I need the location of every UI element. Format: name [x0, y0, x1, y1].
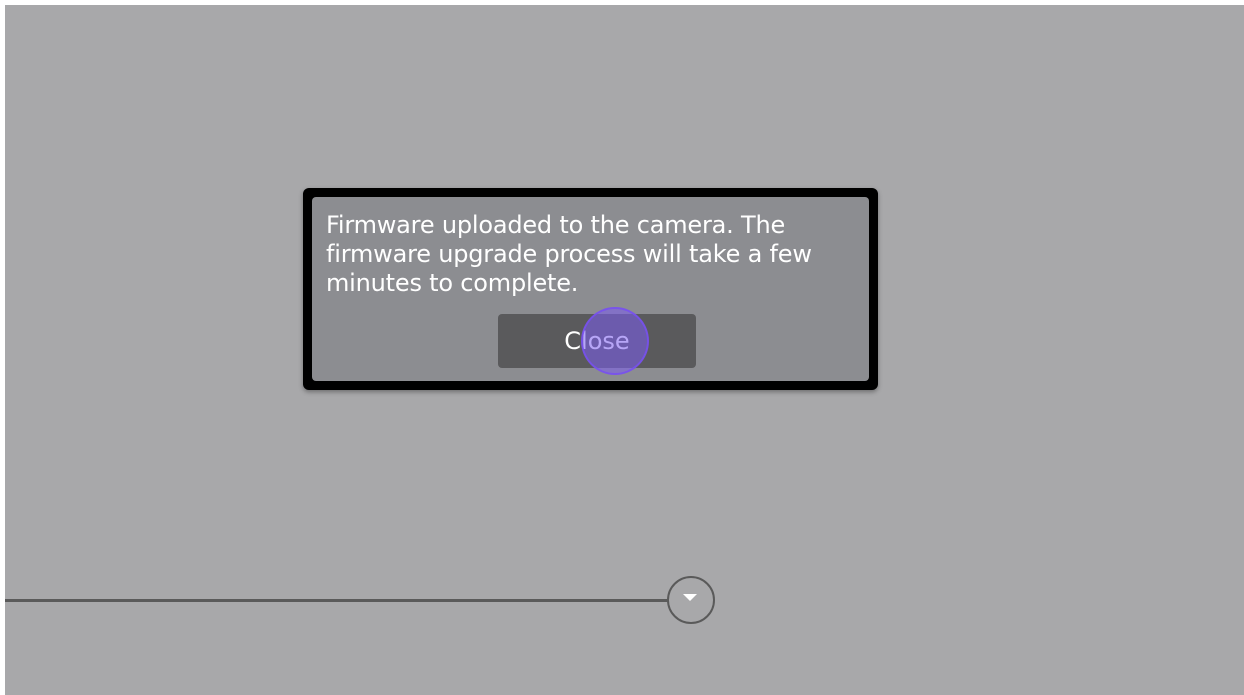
chevron-down-icon: [683, 594, 697, 601]
app-screen: Firmware uploaded to the camera. The fir…: [5, 5, 1244, 695]
firmware-upload-dialog: Firmware uploaded to the camera. The fir…: [303, 188, 878, 390]
timeline-handle[interactable]: [667, 576, 715, 624]
dialog-body: Firmware uploaded to the camera. The fir…: [312, 197, 869, 381]
dialog-message: Firmware uploaded to the camera. The fir…: [326, 211, 812, 297]
close-button[interactable]: Close: [498, 314, 696, 368]
timeline-track[interactable]: [5, 599, 668, 602]
